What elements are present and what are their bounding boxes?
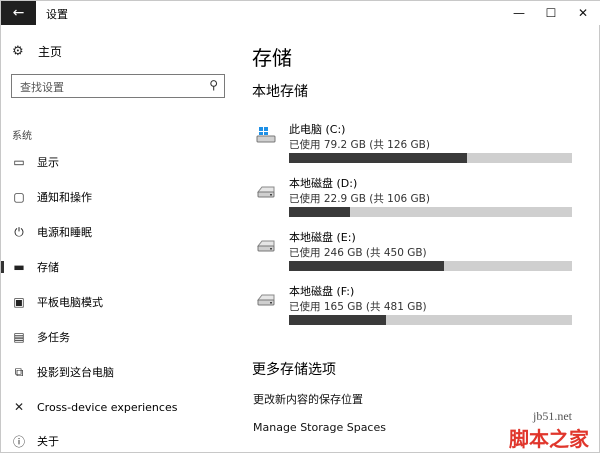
arrow-left-icon: ← [12,5,25,21]
usage-bar-fill [289,261,444,271]
sidebar-item-8[interactable]: ⓘ 关于 [1,428,233,453]
search-placeholder: 查找设置 [20,81,64,94]
watermark-site: jb51.net [533,409,572,423]
sidebar-item-label: 存储 [37,261,59,274]
sidebar-item-label: 多任务 [37,331,70,344]
minimize-button[interactable]: — [503,1,535,25]
sidebar-item-2[interactable]: ⏻ 电源和睡眠 [1,219,233,245]
sidebar-item-0[interactable]: ▭ 显示 [1,149,233,175]
sidebar-item-label: 平板电脑模式 [37,296,103,309]
usage-bar-fill [289,315,387,325]
usage-bar-fill [289,207,351,217]
change-save-location-link[interactable]: 更改新内容的保存位置 [253,391,363,407]
settings-window: ← 设置 — ☐ ✕ ⚙ 主页 查找设置 ⚲ 系统 ▭ 显示 ▢ 通知和操作 ⏻ 电源和睡… [0,0,600,453]
manage-storage-spaces-link[interactable]: Manage Storage Spaces [253,421,386,434]
maximize-button[interactable]: ☐ [535,1,567,25]
drive-usage: 已使用 79.2 GB (共 126 GB) [289,139,430,151]
sidebar-item-label: 显示 [37,156,59,169]
multitasking-icon: ▤ [13,330,25,344]
usage-bar [289,261,572,271]
page-title: 存储 [252,46,292,70]
drive-item[interactable]: 此电脑 (C:) 已使用 79.2 GB (共 126 GB) [251,121,581,165]
sidebar-item-5[interactable]: ▤ 多任务 [1,324,233,350]
drive-item[interactable]: 本地磁盘 (D:) 已使用 22.9 GB (共 106 GB) [251,175,581,219]
info-icon: ⓘ [12,434,25,449]
drive-item[interactable]: 本地磁盘 (E:) 已使用 246 GB (共 450 GB) [251,229,581,273]
drive-usage: 已使用 165 GB (共 481 GB) [289,301,427,313]
minimize-icon: — [513,6,525,20]
gear-icon: ⚙ [12,43,24,59]
sidebar-item-6[interactable]: ⧉ 投影到这台电脑 [1,359,233,385]
sidebar-item-label: 电源和睡眠 [37,226,92,239]
hard-drive-icon [255,287,277,309]
power-icon: ⏻ [14,224,24,239]
drive-usage: 已使用 22.9 GB (共 106 GB) [289,193,430,205]
drive-name: 本地磁盘 (D:) [289,177,358,190]
sidebar-item-label: 关于 [37,435,59,448]
drive-name: 本地磁盘 (F:) [289,285,355,298]
project-icon: ⧉ [14,364,24,379]
cross-device-icon: ✕ [13,400,25,414]
storage-icon: ▬ [13,260,25,274]
usage-bar [289,207,572,217]
hard-drive-icon [255,179,277,201]
local-storage-heading: 本地存储 [252,84,308,100]
more-storage-heading: 更多存储选项 [252,362,336,378]
maximize-icon: ☐ [545,6,557,20]
drive-name: 本地磁盘 (E:) [289,231,356,244]
sidebar-item-label: Cross-device experiences [37,400,178,414]
active-indicator [1,261,4,273]
back-button[interactable]: ← [1,1,36,25]
sidebar-item-1[interactable]: ▢ 通知和操作 [1,184,233,210]
usage-bar [289,153,572,163]
monitor-icon: ▭ [13,155,25,169]
drive-usage: 已使用 246 GB (共 450 GB) [289,247,427,259]
windows-drive-icon [255,125,277,147]
sidebar-home[interactable]: ⚙ 主页 [12,42,62,60]
sidebar-item-label: 通知和操作 [37,191,92,204]
usage-bar [289,315,572,325]
sidebar-item-4[interactable]: ▣ 平板电脑模式 [1,289,233,315]
drive-item[interactable]: 本地磁盘 (F:) 已使用 165 GB (共 481 GB) [251,283,581,327]
close-icon: ✕ [577,6,589,20]
close-button[interactable]: ✕ [567,1,599,25]
watermark-brand: 脚本之家 [509,427,589,451]
group-label-system: 系统 [12,131,32,142]
sidebar-item-3[interactable]: ▬ 存储 [1,254,233,280]
drive-name: 此电脑 (C:) [289,123,346,136]
tablet-mode-icon: ▣ [13,295,25,309]
window-title: 设置 [46,8,68,21]
search-input[interactable]: 查找设置 ⚲ [11,74,225,98]
usage-bar-fill [289,153,467,163]
title-bar: ← 设置 — ☐ ✕ [1,1,600,25]
search-icon[interactable]: ⚲ [209,78,218,92]
hard-drive-icon [255,233,277,255]
sidebar-item-label: 投影到这台电脑 [37,366,114,379]
notification-icon: ▢ [13,190,25,204]
sidebar-item-7[interactable]: ✕ Cross-device experiences [1,394,233,420]
home-label: 主页 [38,44,63,59]
